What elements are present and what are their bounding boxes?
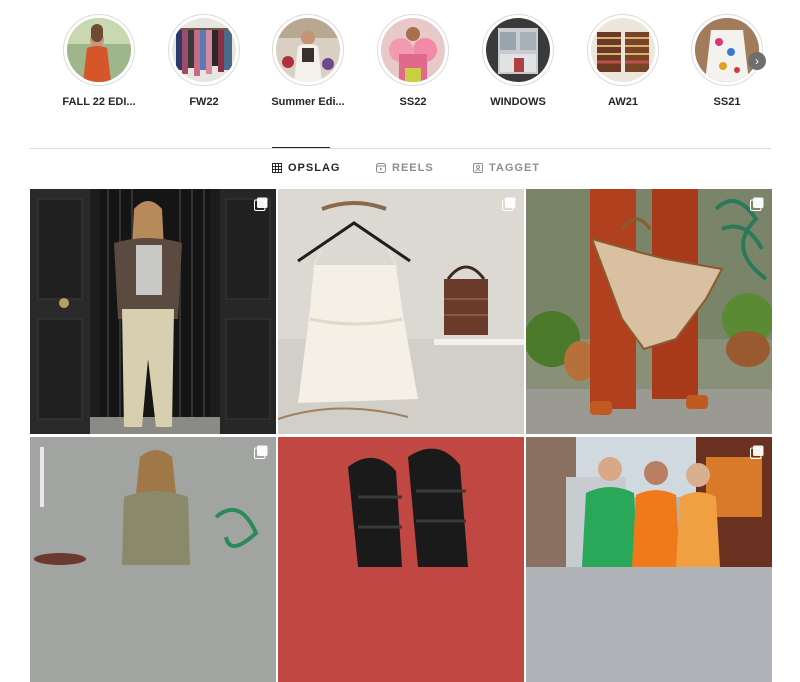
tagged-user-icon — [473, 163, 483, 173]
post-thumbnail[interactable] — [278, 437, 524, 682]
highlight-summer-edition[interactable]: Summer Edi... — [256, 14, 360, 108]
multiple-images-icon — [502, 197, 516, 211]
highlight-thumbnail — [486, 18, 550, 82]
highlight-ring — [63, 14, 135, 86]
highlight-label: WINDOWS — [490, 96, 546, 108]
post-thumbnail[interactable] — [526, 189, 772, 434]
highlight-ring — [482, 14, 554, 86]
post-image — [526, 437, 772, 682]
post-thumbnail[interactable] — [30, 189, 276, 434]
highlight-fall22[interactable]: FALL 22 EDI... — [47, 14, 151, 108]
post-thumbnail[interactable] — [30, 437, 276, 682]
highlight-aw21[interactable]: AW21 — [571, 14, 675, 108]
highlights-next-button[interactable]: › — [748, 52, 766, 70]
multiple-images-icon — [750, 445, 764, 459]
post-image — [278, 189, 524, 434]
post-image — [30, 189, 276, 434]
post-image — [30, 437, 276, 682]
multiple-images-icon — [254, 445, 268, 459]
tab-posts-label: OPSLAG — [288, 162, 341, 174]
highlight-ring — [168, 14, 240, 86]
highlight-label: AW21 — [608, 96, 638, 108]
highlight-thumbnail — [67, 18, 131, 82]
multiple-images-icon — [254, 197, 268, 211]
active-tab-indicator — [272, 147, 330, 148]
tab-reels[interactable]: REELS — [376, 162, 434, 174]
highlight-thumbnail — [172, 18, 236, 82]
highlight-label: SS22 — [399, 96, 427, 108]
grid-icon — [272, 163, 282, 173]
highlight-ring — [272, 14, 344, 86]
highlight-thumbnail — [591, 18, 655, 82]
highlight-thumbnail — [695, 18, 759, 82]
post-thumbnail[interactable] — [526, 437, 772, 682]
highlight-label: SS21 — [713, 96, 741, 108]
highlight-label: Summer Edi... — [271, 96, 345, 108]
highlight-ring — [691, 14, 763, 86]
reels-icon — [376, 163, 386, 173]
chevron-right-icon: › — [755, 54, 759, 68]
highlight-thumbnail — [276, 18, 340, 82]
highlight-label: FALL 22 EDI... — [62, 96, 136, 108]
highlight-windows[interactable]: WINDOWS — [466, 14, 570, 108]
story-highlights: FALL 22 EDI... FW22 Summer Edi... SS22 W… — [0, 0, 800, 120]
profile-tabs: OPSLAG REELS TAGGET — [0, 162, 800, 178]
highlight-thumbnail — [381, 18, 445, 82]
tab-tagged-label: TAGGET — [489, 162, 541, 174]
highlight-ring — [587, 14, 659, 86]
multiple-images-icon — [750, 197, 764, 211]
tab-reels-label: REELS — [392, 162, 434, 174]
post-image — [526, 189, 772, 434]
highlight-ring — [377, 14, 449, 86]
post-image — [278, 437, 524, 682]
post-thumbnail[interactable] — [278, 189, 524, 434]
tab-tagged[interactable]: TAGGET — [473, 162, 540, 174]
highlight-ss22[interactable]: SS22 — [361, 14, 465, 108]
highlight-fw22[interactable]: FW22 — [152, 14, 256, 108]
tab-posts[interactable]: OPSLAG — [272, 162, 340, 174]
highlight-label: FW22 — [189, 96, 219, 108]
tabs-divider — [30, 148, 771, 149]
